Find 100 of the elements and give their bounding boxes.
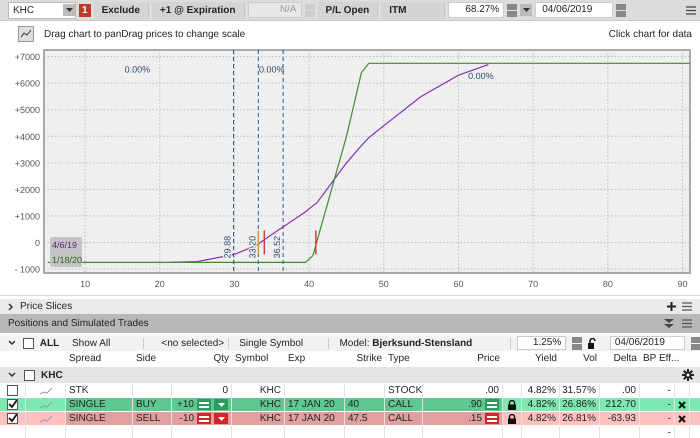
x-tick-label: 90 — [678, 279, 688, 289]
trend-icon — [38, 414, 52, 422]
table-cell: - — [640, 412, 675, 425]
table-cell: 40 — [345, 398, 385, 411]
legend-label: 1/18/20 — [52, 254, 82, 264]
table-cell: CALL — [385, 412, 423, 425]
column-header[interactable]: Qty — [172, 352, 232, 364]
percent-label: 0.00% — [124, 64, 150, 75]
close-icon[interactable] — [678, 414, 686, 422]
probability-field[interactable]: 68.27% — [448, 2, 504, 18]
checkbox[interactable] — [7, 399, 18, 410]
chart-icon[interactable] — [18, 26, 34, 42]
checkbox[interactable] — [7, 413, 18, 424]
column-header[interactable]: Side — [133, 352, 172, 364]
y-tick-label: - 1000 — [14, 264, 40, 275]
table-cell: KHC — [232, 412, 285, 425]
menu-icon[interactable] — [682, 302, 692, 311]
chart-hint: Click chart for data — [608, 28, 692, 40]
date-field[interactable]: 04/06/2019 — [535, 2, 614, 18]
table-cell: .15 — [468, 413, 482, 424]
x-tick-label: 20 — [154, 279, 165, 289]
column-header[interactable]: Delta — [600, 352, 640, 364]
y-tick-label: +6000 — [14, 78, 40, 89]
unlock-icon[interactable] — [588, 338, 596, 348]
price-marker — [315, 230, 317, 254]
plus-icon[interactable] — [667, 302, 676, 311]
legend-label: 4/6/19 — [52, 240, 78, 250]
menu-icon[interactable] — [682, 319, 692, 328]
mode-dropdown[interactable]: Single Symbol — [235, 338, 330, 348]
close-icon[interactable] — [678, 400, 686, 408]
column-header[interactable]: Yield — [522, 352, 560, 364]
table-cell: 31.57% — [560, 384, 600, 397]
dropdown-icon[interactable] — [520, 4, 532, 16]
x-tick-label: 30 — [229, 279, 240, 289]
table-cell: STK — [66, 384, 133, 397]
table-cell: STOCK — [385, 384, 423, 397]
chevron-icon[interactable] — [8, 372, 16, 378]
column-header[interactable]: Exp — [285, 352, 345, 364]
menu-icon[interactable] — [686, 6, 696, 14]
show-dropdown[interactable]: Show All — [68, 338, 144, 348]
alert-badge: 1 — [79, 4, 91, 16]
all-label: ALL — [40, 338, 60, 348]
table-cell: SINGLE — [66, 398, 133, 411]
x-tick-label: 70 — [528, 279, 538, 289]
checkbox[interactable] — [7, 385, 18, 396]
table-cell: BUY — [133, 398, 172, 411]
y-tick-label: +5000 — [14, 105, 40, 116]
model-dropdown[interactable]: Model: Bjerksund-Stensland — [335, 338, 512, 348]
dropdown-icon[interactable] — [214, 413, 228, 424]
table-cell: SELL — [133, 412, 172, 425]
table-cell: 0 — [222, 385, 228, 396]
chevron-icon[interactable] — [8, 340, 16, 346]
pl-mode-button[interactable]: P/L Open — [318, 2, 378, 18]
date-field[interactable]: 04/06/2019 — [610, 336, 685, 350]
table-cell: 47.5 — [345, 412, 385, 425]
checkbox[interactable] — [23, 338, 34, 348]
price-marker — [258, 230, 260, 254]
column-header[interactable]: Symbol — [232, 352, 285, 364]
trend-icon — [38, 386, 52, 394]
table-cell: 17 JAN 20 — [285, 398, 345, 411]
settings-icon[interactable] — [682, 369, 694, 381]
column-header[interactable]: Type — [385, 352, 423, 364]
x-tick-label: 60 — [453, 279, 464, 289]
trend-icon — [38, 400, 52, 408]
price-label: 36.52 — [272, 236, 282, 258]
selection-dropdown[interactable]: <no selected> — [150, 338, 230, 348]
expiration-button[interactable]: +1 @ Expiration — [152, 2, 245, 18]
dropdown-icon[interactable] — [63, 4, 75, 16]
x-tick-label: 40 — [304, 279, 314, 289]
lock-icon[interactable] — [508, 400, 516, 410]
column-header[interactable]: Vol — [560, 352, 600, 364]
table-cell: 212.70 — [600, 398, 640, 411]
table-cell: - — [640, 398, 675, 411]
table-cell: 4.82% — [522, 412, 560, 425]
column-header[interactable]: Price — [423, 352, 522, 364]
table-cell: .00 — [485, 385, 499, 396]
price-marker — [264, 230, 266, 254]
table-cell: .90 — [468, 399, 482, 410]
lock-icon[interactable] — [508, 414, 516, 424]
column-header[interactable]: Spread — [66, 352, 133, 364]
table-cell: -63.93 — [600, 412, 640, 425]
caret-icon[interactable] — [8, 302, 14, 310]
table-cell: - — [640, 426, 675, 438]
exclude-button[interactable]: Exclude — [94, 2, 149, 18]
itm-button[interactable]: ITM — [381, 2, 446, 18]
section-title: Positions and Simulated Trades — [8, 318, 149, 329]
collapse-icon[interactable] — [664, 319, 674, 328]
checkbox[interactable] — [24, 370, 35, 380]
table-cell: KHC — [232, 384, 285, 397]
y-tick-label: 0 — [34, 238, 40, 248]
symbol-field[interactable]: KHC — [8, 2, 76, 18]
price-label: 33.20 — [247, 236, 258, 258]
percent-label: 0.00% — [468, 71, 494, 82]
table-cell: - — [640, 384, 675, 397]
price-slices-header[interactable]: Price Slices — [0, 299, 700, 314]
table-cell: 26.86% — [560, 398, 600, 411]
percent-label: 0.00% — [259, 64, 285, 75]
column-header[interactable]: Strike — [345, 352, 385, 364]
x-tick-label: 10 — [80, 279, 90, 289]
rate-field[interactable]: 1.25% — [517, 336, 566, 350]
